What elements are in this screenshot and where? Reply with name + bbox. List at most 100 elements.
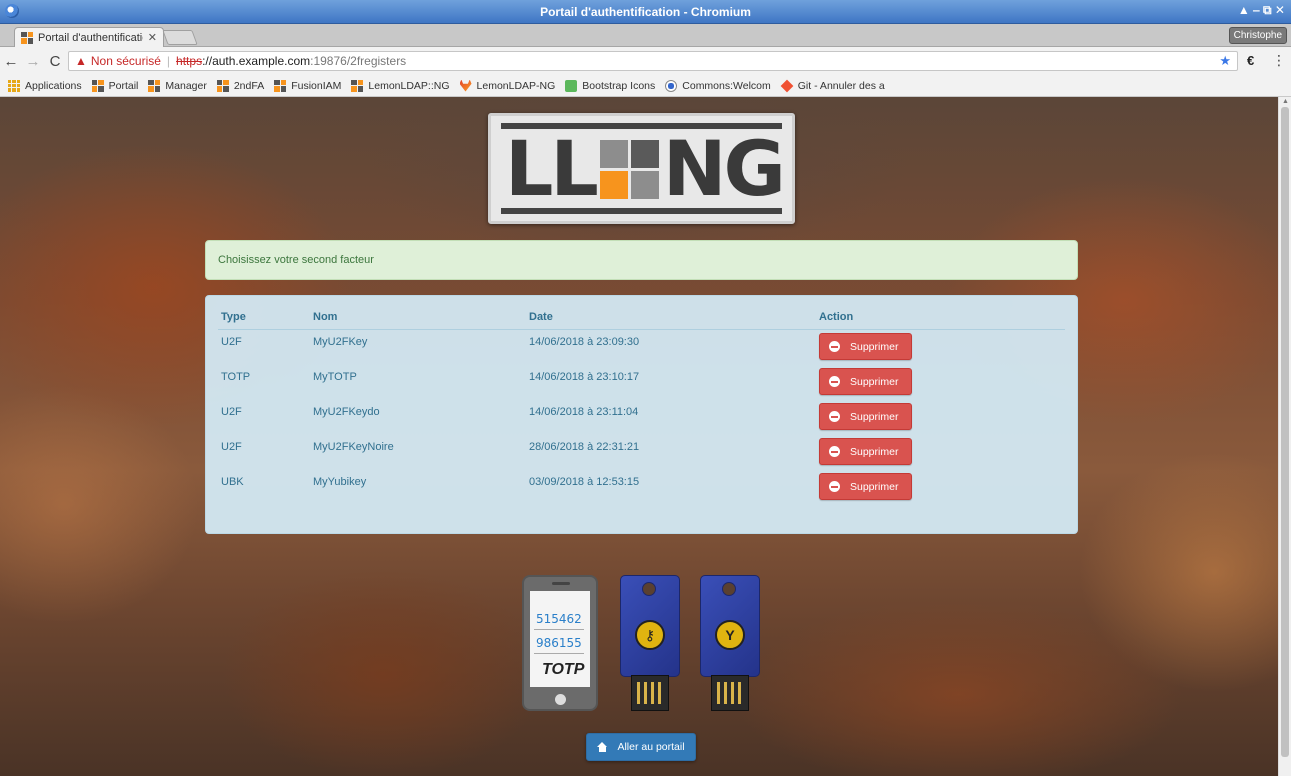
bookmark-lemonldap-ng[interactable]: LemonLDAP::NG (351, 79, 450, 92)
forward-icon[interactable]: → (22, 53, 44, 70)
delete-label: Supprimer (850, 480, 899, 493)
totp-code: 515462 (536, 612, 582, 626)
lemonldap-icon (21, 31, 33, 44)
chromium-icon (5, 4, 19, 18)
info-alert: Choisissez votre second facteur (205, 240, 1078, 280)
reload-icon[interactable]: C (44, 53, 66, 70)
apps-icon (8, 79, 20, 92)
separator: | (166, 54, 171, 68)
cell-type: TOTP (221, 371, 251, 383)
phone-home-button (555, 694, 566, 705)
bookmark-commons[interactable]: Commons:Welcom (665, 79, 771, 92)
new-tab-button[interactable] (162, 30, 198, 45)
header-divider (218, 329, 1065, 330)
table-row: UBK MyYubikey 03/09/2018 à 12:53:15 Supp… (206, 471, 1077, 506)
cell-date: 14/06/2018 à 23:10:17 (529, 371, 640, 383)
bookmark-manager[interactable]: Manager (148, 79, 207, 92)
tab-title: Portail d'authentificatio (38, 31, 143, 44)
bookmark-git[interactable]: Git - Annuler des a (780, 79, 885, 92)
url-host: ://auth.example.com (202, 54, 311, 68)
phone-screen: 515462 986155 TOTP (530, 591, 590, 687)
cell-name: MyU2FKey (313, 336, 368, 348)
extension-icon[interactable]: € (1247, 53, 1254, 68)
phone-speaker (552, 582, 570, 585)
delete-button[interactable]: Supprimer (819, 473, 912, 500)
url-path: :19876/2fregisters (310, 54, 407, 68)
cell-type: UBK (221, 476, 244, 488)
minus-circle-icon (829, 376, 840, 387)
bookmark-label: LemonLDAP::NG (368, 79, 450, 92)
page-content: LL NG Choisissez votre second facteur Ty… (0, 97, 1278, 776)
logo-left: LL (505, 124, 599, 213)
go-to-portal-button[interactable]: Aller au portail (586, 733, 696, 761)
menu-icon[interactable]: ⋮ (1272, 52, 1286, 69)
git-icon (780, 79, 794, 92)
bookmark-label: LemonLDAP-NG (476, 79, 556, 92)
code-underline (534, 629, 584, 630)
tab-portail[interactable]: Portail d'authentificatio ✕ (14, 27, 164, 47)
header-action: Action (819, 311, 854, 323)
cell-date: 03/09/2018 à 12:53:15 (529, 476, 640, 488)
bookmarks-bar: Applications Portail Manager 2ndFA Fusio… (0, 75, 1291, 97)
delete-label: Supprimer (850, 410, 899, 423)
wikimedia-icon (665, 79, 678, 92)
lemonldap-icon (274, 79, 287, 92)
header-date: Date (529, 311, 553, 323)
bookmark-portail[interactable]: Portail (91, 79, 139, 92)
bookmark-label: Bootstrap Icons (582, 79, 656, 92)
cell-name: MyYubikey (313, 476, 367, 488)
header-type: Type (221, 311, 246, 323)
bookmark-star-icon[interactable]: ★ (1219, 53, 1231, 69)
cell-type: U2F (221, 441, 242, 453)
portal-button-label: Aller au portail (617, 741, 685, 753)
bookmark-lemonldap-gitlab[interactable]: LemonLDAP-NG (459, 79, 556, 92)
bookmark-fusioniam[interactable]: FusionIAM (274, 79, 342, 92)
bookmark-label: FusionIAM (291, 79, 342, 92)
home-icon (597, 742, 608, 752)
scroll-up-icon[interactable]: ▲ (1282, 98, 1289, 105)
cell-name: MyTOTP (313, 371, 357, 383)
table-row: U2F MyU2FKey 14/06/2018 à 23:09:30 Suppr… (206, 331, 1077, 366)
alert-message: Choisissez votre second facteur (218, 254, 374, 266)
totp-label: TOTP (542, 661, 585, 678)
warning-icon: ▲ (75, 54, 87, 68)
table-row: TOTP MyTOTP 14/06/2018 à 23:10:17 Suppri… (206, 366, 1077, 401)
cell-name: MyU2FKeyNoire (313, 441, 394, 453)
table-row: U2F MyU2FKeydo 14/06/2018 à 23:11:04 Sup… (206, 401, 1077, 436)
bookmark-label: Git - Annuler des a (797, 79, 885, 92)
profile-button[interactable]: Christophe (1228, 27, 1287, 44)
key-ring-hole (642, 582, 656, 596)
delete-button[interactable]: Supprimer (819, 333, 912, 360)
scrollbar-thumb[interactable] (1281, 107, 1289, 757)
bookmark-bootstrap-icons[interactable]: Bootstrap Icons (565, 79, 656, 92)
page-scrollbar[interactable]: ▲ (1278, 97, 1291, 776)
lemonldap-logo: LL NG (488, 113, 795, 224)
minus-circle-icon (829, 481, 840, 492)
lemonldap-icon (148, 79, 161, 92)
window-titlebar: Portail d'authentification - Chromium ▲ … (0, 0, 1291, 24)
delete-button[interactable]: Supprimer (819, 403, 912, 430)
delete-button[interactable]: Supprimer (819, 438, 912, 465)
cell-date: 14/06/2018 à 23:09:30 (529, 336, 640, 348)
lemonldap-icon (216, 79, 229, 92)
address-bar[interactable]: ▲ Non sécurisé | https ://auth.example.c… (68, 51, 1238, 71)
delete-button[interactable]: Supprimer (819, 368, 912, 395)
code-underline (534, 653, 584, 654)
cell-type: U2F (221, 336, 242, 348)
gitlab-icon (459, 79, 472, 92)
back-icon[interactable]: ← (0, 53, 22, 70)
bookmark-label: Portail (108, 79, 139, 92)
usb-connector (631, 675, 669, 711)
key-icon: ⚷ (635, 620, 665, 650)
security-warning[interactable]: Non sécurisé (91, 54, 161, 68)
bookmark-label: 2ndFA (233, 79, 265, 92)
cell-name: MyU2FKeydo (313, 406, 380, 418)
lemonldap-icon (351, 79, 364, 92)
window-controls[interactable]: ▲ ‒ ⧉ ✕ (1238, 3, 1285, 18)
bookmark-applications[interactable]: Applications (8, 79, 82, 92)
delete-label: Supprimer (850, 340, 899, 353)
bookmark-2ndfa[interactable]: 2ndFA (216, 79, 265, 92)
logo-right: NG (662, 124, 786, 213)
close-tab-icon[interactable]: ✕ (148, 31, 157, 44)
lemonldap-icon (91, 79, 104, 92)
